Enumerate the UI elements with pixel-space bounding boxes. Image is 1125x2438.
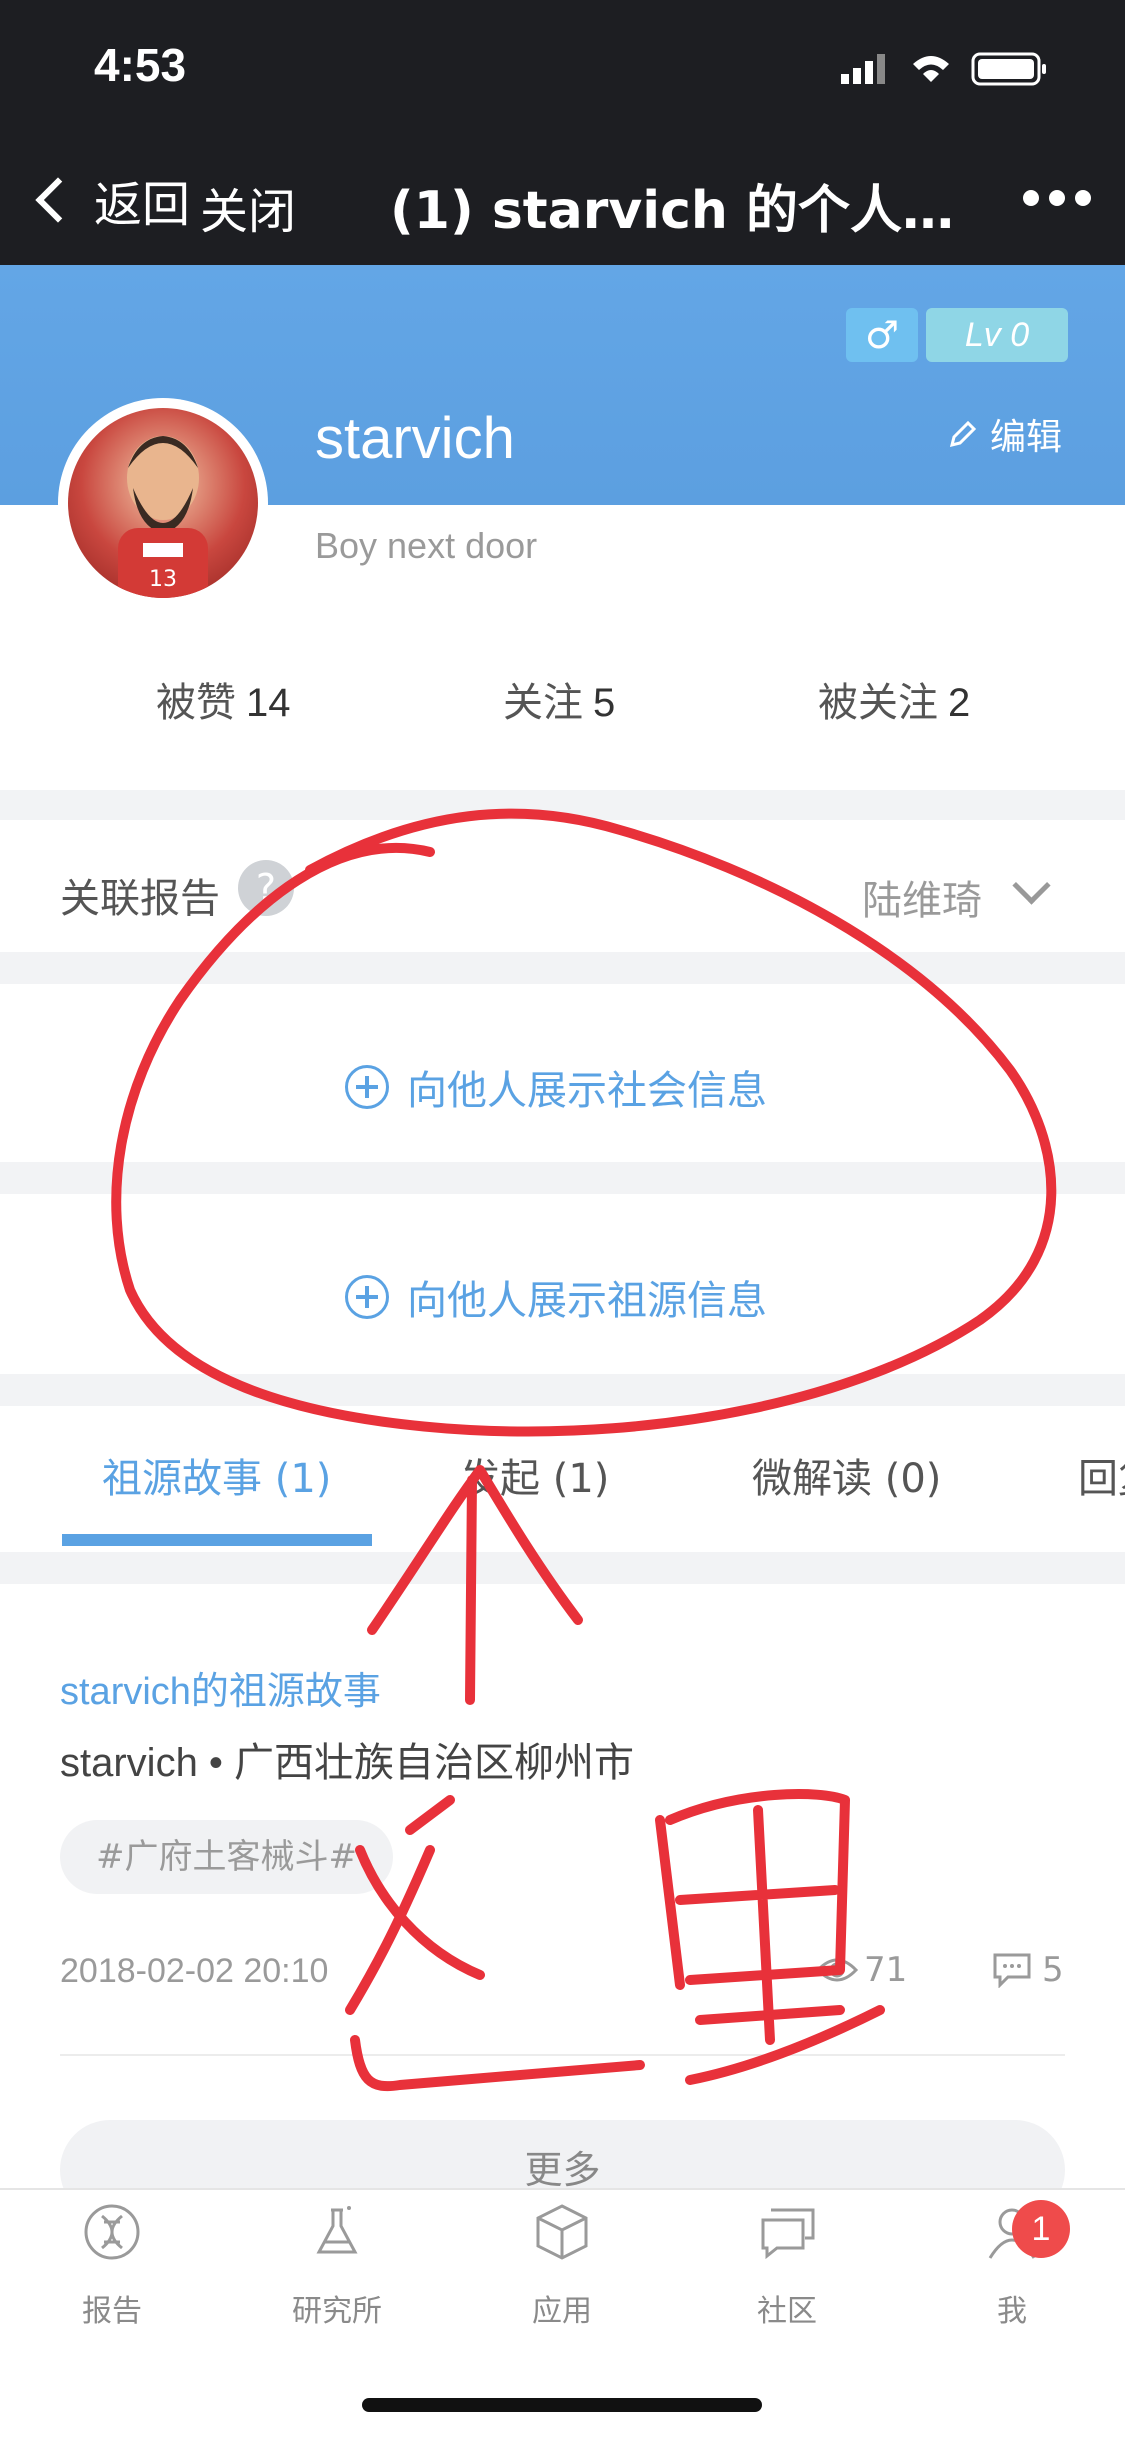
- annotation-circle: [111, 808, 1057, 1437]
- annotation-overlay: [111, 808, 1057, 2092]
- annotation-char-li: [655, 1789, 885, 2085]
- annotation-char-zhe: [345, 1795, 645, 2092]
- annotation-arrow: [367, 1465, 583, 1705]
